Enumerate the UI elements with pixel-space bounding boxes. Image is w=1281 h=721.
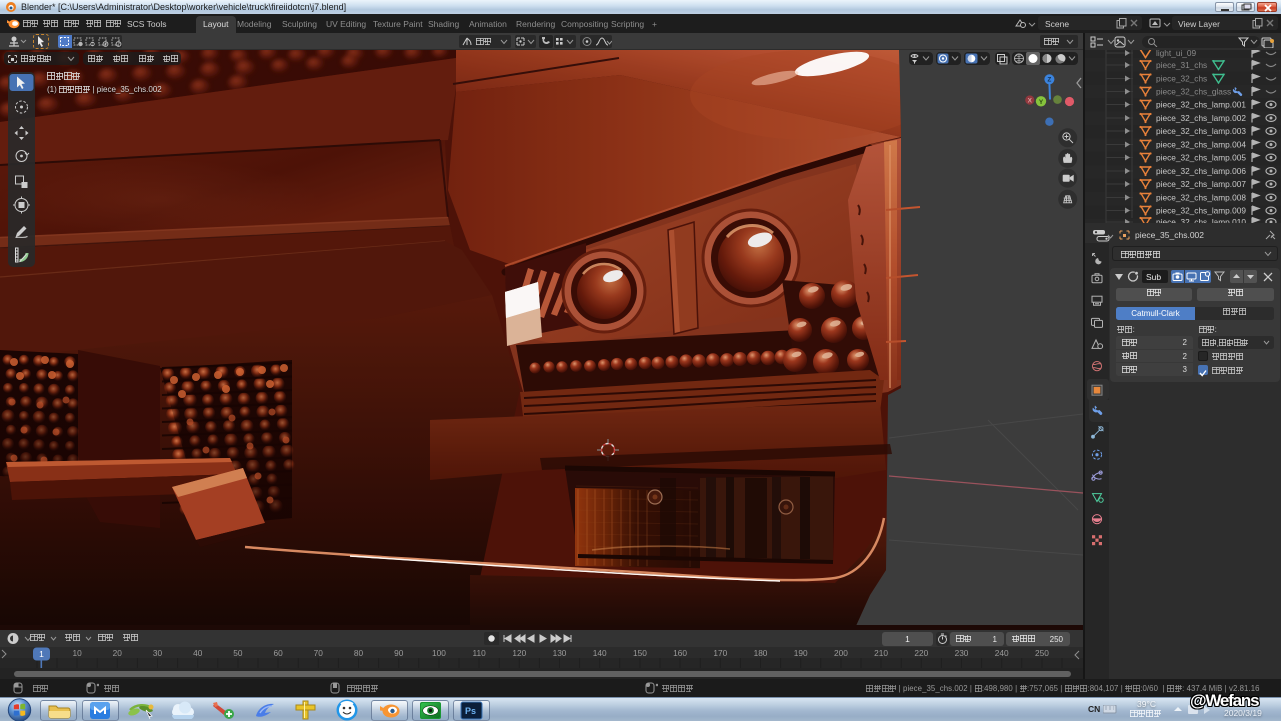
svg-text:X: X xyxy=(1028,97,1033,104)
svg-text:40: 40 xyxy=(193,648,203,658)
svg-text:piece_32_chs_lamp.002: piece_32_chs_lamp.002 xyxy=(1156,113,1246,123)
svg-text:220: 220 xyxy=(914,648,928,658)
svg-text:10: 10 xyxy=(72,648,82,658)
svg-text:170: 170 xyxy=(713,648,727,658)
svg-text:80: 80 xyxy=(354,648,364,658)
svg-text:90: 90 xyxy=(394,648,404,658)
svg-text:piece_32_chs_lamp.008: piece_32_chs_lamp.008 xyxy=(1156,193,1246,203)
svg-text:180: 180 xyxy=(754,648,768,658)
svg-text:160: 160 xyxy=(673,648,687,658)
svg-text:1: 1 xyxy=(39,649,44,659)
svg-text:piece_32_chs_lamp.001: piece_32_chs_lamp.001 xyxy=(1156,100,1246,110)
svg-text:190: 190 xyxy=(794,648,808,658)
svg-text:piece_32_chs_lamp.005: piece_32_chs_lamp.005 xyxy=(1156,153,1246,163)
svg-text:50: 50 xyxy=(233,648,243,658)
svg-text:Ps: Ps xyxy=(465,706,476,716)
svg-text:light_ui_09: light_ui_09 xyxy=(1156,50,1197,58)
svg-text:Y: Y xyxy=(1039,99,1044,106)
svg-text:60: 60 xyxy=(273,648,283,658)
svg-text:240: 240 xyxy=(995,648,1009,658)
svg-text:piece_31_chs: piece_31_chs xyxy=(1156,60,1207,70)
svg-text:210: 210 xyxy=(874,648,888,658)
svg-text:150: 150 xyxy=(633,648,647,658)
svg-text:110: 110 xyxy=(472,648,486,658)
svg-text:piece_32_chs_lamp.003: piece_32_chs_lamp.003 xyxy=(1156,126,1246,136)
svg-text:140: 140 xyxy=(593,648,607,658)
svg-text:20: 20 xyxy=(113,648,123,658)
svg-text:230: 230 xyxy=(955,648,969,658)
svg-text:Z: Z xyxy=(1047,77,1051,84)
svg-text:70: 70 xyxy=(314,648,324,658)
svg-text:piece_32_chs_lamp.006: piece_32_chs_lamp.006 xyxy=(1156,166,1246,176)
svg-text:piece_32_chs: piece_32_chs xyxy=(1156,74,1207,84)
svg-text:100: 100 xyxy=(432,648,446,658)
svg-text:200: 200 xyxy=(834,648,848,658)
svg-text:piece_32_chs_lamp.009: piece_32_chs_lamp.009 xyxy=(1156,206,1246,216)
svg-text:piece_32_chs_lamp.004: piece_32_chs_lamp.004 xyxy=(1156,140,1246,150)
svg-text:130: 130 xyxy=(553,648,567,658)
svg-text:piece_32_chs_lamp.007: piece_32_chs_lamp.007 xyxy=(1156,179,1246,189)
svg-text:120: 120 xyxy=(512,648,526,658)
svg-text:piece_32_chs_glass: piece_32_chs_glass xyxy=(1156,87,1231,97)
svg-text:30: 30 xyxy=(153,648,163,658)
svg-text:250: 250 xyxy=(1035,648,1049,658)
